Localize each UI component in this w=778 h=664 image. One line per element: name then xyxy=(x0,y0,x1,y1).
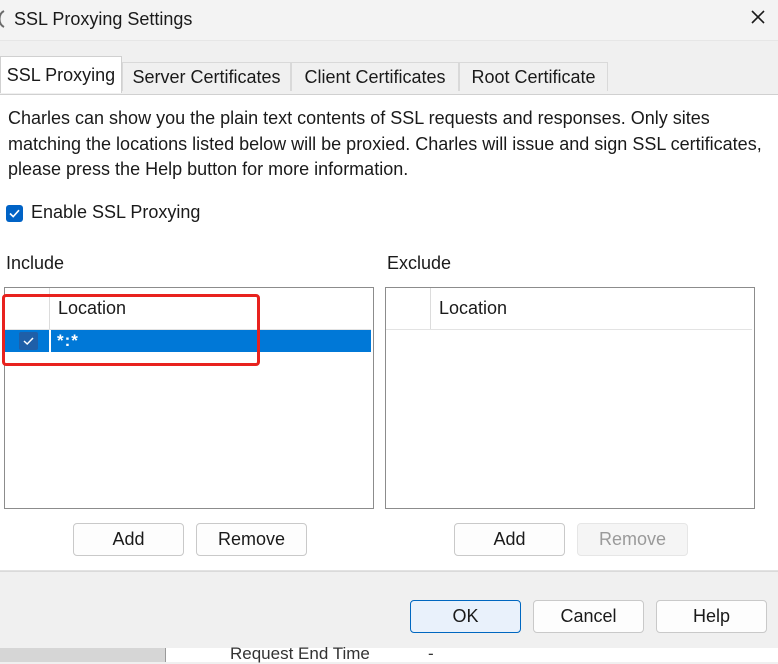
exclude-list[interactable]: Location xyxy=(385,287,755,509)
row-location: *:* xyxy=(57,331,79,350)
tab-ssl-proxying[interactable]: SSL Proxying xyxy=(0,56,122,93)
exclude-add-button[interactable]: Add xyxy=(454,523,565,556)
location-column-header[interactable]: Location xyxy=(58,298,126,319)
close-button[interactable] xyxy=(742,4,774,34)
include-list[interactable]: Location *:* xyxy=(4,287,374,509)
window-title: SSL Proxying Settings xyxy=(14,9,193,29)
include-add-button[interactable]: Add xyxy=(73,523,184,556)
description-text: Charles can show you the plain text cont… xyxy=(8,108,762,179)
ssl-proxying-panel: Charles can show you the plain text cont… xyxy=(0,94,778,572)
help-button[interactable]: Help xyxy=(656,600,767,633)
include-label: Include xyxy=(6,253,65,273)
enable-ssl-proxying-label: Enable SSL Proxying xyxy=(31,202,201,222)
background-row-value: - xyxy=(428,644,434,663)
footer-separator xyxy=(0,570,778,571)
title-bar: SSL Proxying Settings xyxy=(0,0,778,41)
ok-button[interactable]: OK xyxy=(410,600,521,633)
tab-strip: SSL Proxying Server Certificates Client … xyxy=(0,56,778,96)
tab-client-certificates[interactable]: Client Certificates xyxy=(291,62,459,91)
close-icon xyxy=(751,10,765,24)
background-panel xyxy=(0,648,166,662)
background-row-label: Request End Time xyxy=(230,644,370,663)
background-window: Request End Time - xyxy=(0,644,778,663)
checkbox-column-header[interactable] xyxy=(5,288,50,329)
include-remove-button[interactable]: Remove xyxy=(196,523,307,556)
checkmark-icon xyxy=(9,209,20,218)
exclude-label: Exclude xyxy=(387,253,452,273)
include-list-header: Location xyxy=(5,288,371,330)
row-checkbox[interactable] xyxy=(19,332,38,350)
checkmark-icon xyxy=(23,337,34,346)
cancel-button[interactable]: Cancel xyxy=(533,600,644,633)
exclude-remove-button[interactable]: Remove xyxy=(577,523,688,556)
tab-root-certificate[interactable]: Root Certificate xyxy=(459,62,608,91)
checkbox-column-header[interactable] xyxy=(386,288,431,329)
row-divider xyxy=(49,330,51,352)
tab-server-certificates[interactable]: Server Certificates xyxy=(122,62,291,91)
charles-app-icon xyxy=(0,10,5,28)
enable-ssl-proxying-checkbox[interactable] xyxy=(6,205,23,222)
include-row[interactable]: *:* xyxy=(5,330,371,352)
location-column-header[interactable]: Location xyxy=(439,298,507,319)
exclude-list-header: Location xyxy=(386,288,752,330)
